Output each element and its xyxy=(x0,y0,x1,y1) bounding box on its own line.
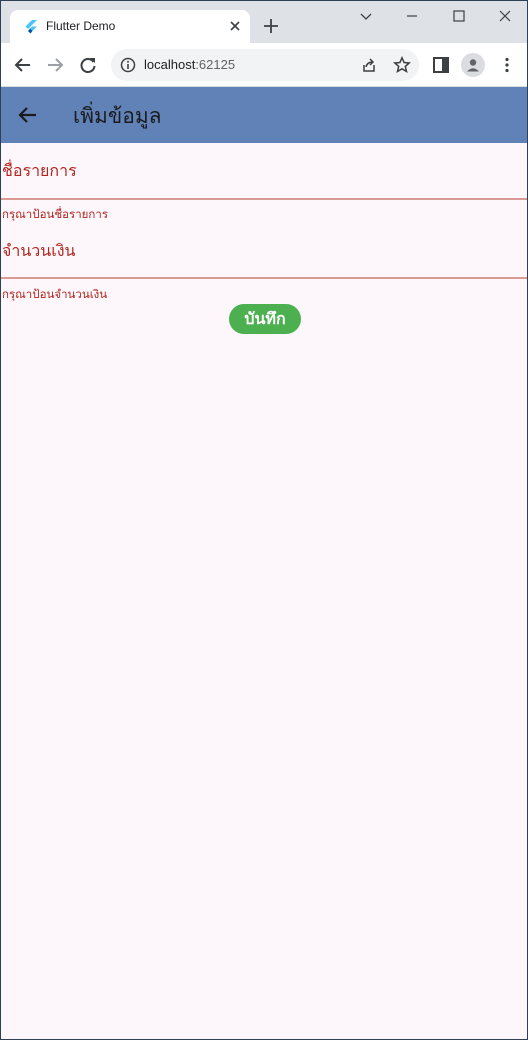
maximize-icon[interactable] xyxy=(452,9,466,23)
name-field-error: กรุณาป้อนชื่อรายการ xyxy=(2,207,109,221)
name-field-underline xyxy=(1,198,527,200)
browser-tab[interactable]: Flutter Demo xyxy=(10,10,250,43)
flutter-icon xyxy=(25,20,37,34)
back-arrow-icon[interactable] xyxy=(17,104,39,126)
page-title: เพิ่มข้อมูล xyxy=(73,104,162,128)
share-icon[interactable] xyxy=(361,57,377,73)
plus-icon[interactable] xyxy=(263,18,279,34)
url-port: :62125 xyxy=(195,57,236,72)
info-icon[interactable] xyxy=(120,57,136,73)
save-button[interactable]: บันทึก xyxy=(229,304,301,334)
tab-strip: Flutter Demo xyxy=(1,1,527,43)
sidepanel-icon[interactable] xyxy=(432,56,450,74)
forward-icon[interactable] xyxy=(46,56,64,74)
address-bar[interactable]: localhost:62125 xyxy=(111,49,419,81)
back-icon[interactable] xyxy=(14,56,32,74)
browser-toolbar: localhost:62125 xyxy=(1,43,527,87)
app-bar: เพิ่มข้อมูล xyxy=(1,87,527,143)
url-host: localhost xyxy=(144,57,196,72)
minimize-icon[interactable] xyxy=(405,9,419,23)
reload-icon[interactable] xyxy=(79,56,97,74)
person-icon xyxy=(467,59,479,72)
chevron-down-icon[interactable] xyxy=(359,9,373,23)
url-text: localhost:62125 xyxy=(144,57,235,72)
browser-window: Flutter Demo localhost:62125 เพิ่มข้อมูล… xyxy=(0,0,528,1040)
name-field[interactable]: ชื่อรายการ กรุณาป้อนชื่อรายการ xyxy=(1,143,527,221)
close-icon[interactable] xyxy=(498,9,512,23)
amount-field-error: กรุณาป้อนจำนวนเงิน xyxy=(2,287,108,301)
name-field-label: ชื่อรายการ xyxy=(2,161,77,180)
amount-field-label: จำนวนเงิน xyxy=(2,241,76,260)
tab-title: Flutter Demo xyxy=(46,19,116,33)
amount-field-underline xyxy=(1,277,527,279)
star-icon[interactable] xyxy=(393,56,411,74)
amount-field[interactable]: จำนวนเงิน กรุณาป้อนจำนวนเงิน xyxy=(1,223,527,301)
avatar-icon[interactable] xyxy=(461,53,485,77)
menu-icon[interactable] xyxy=(498,56,516,74)
close-icon[interactable] xyxy=(228,19,242,33)
